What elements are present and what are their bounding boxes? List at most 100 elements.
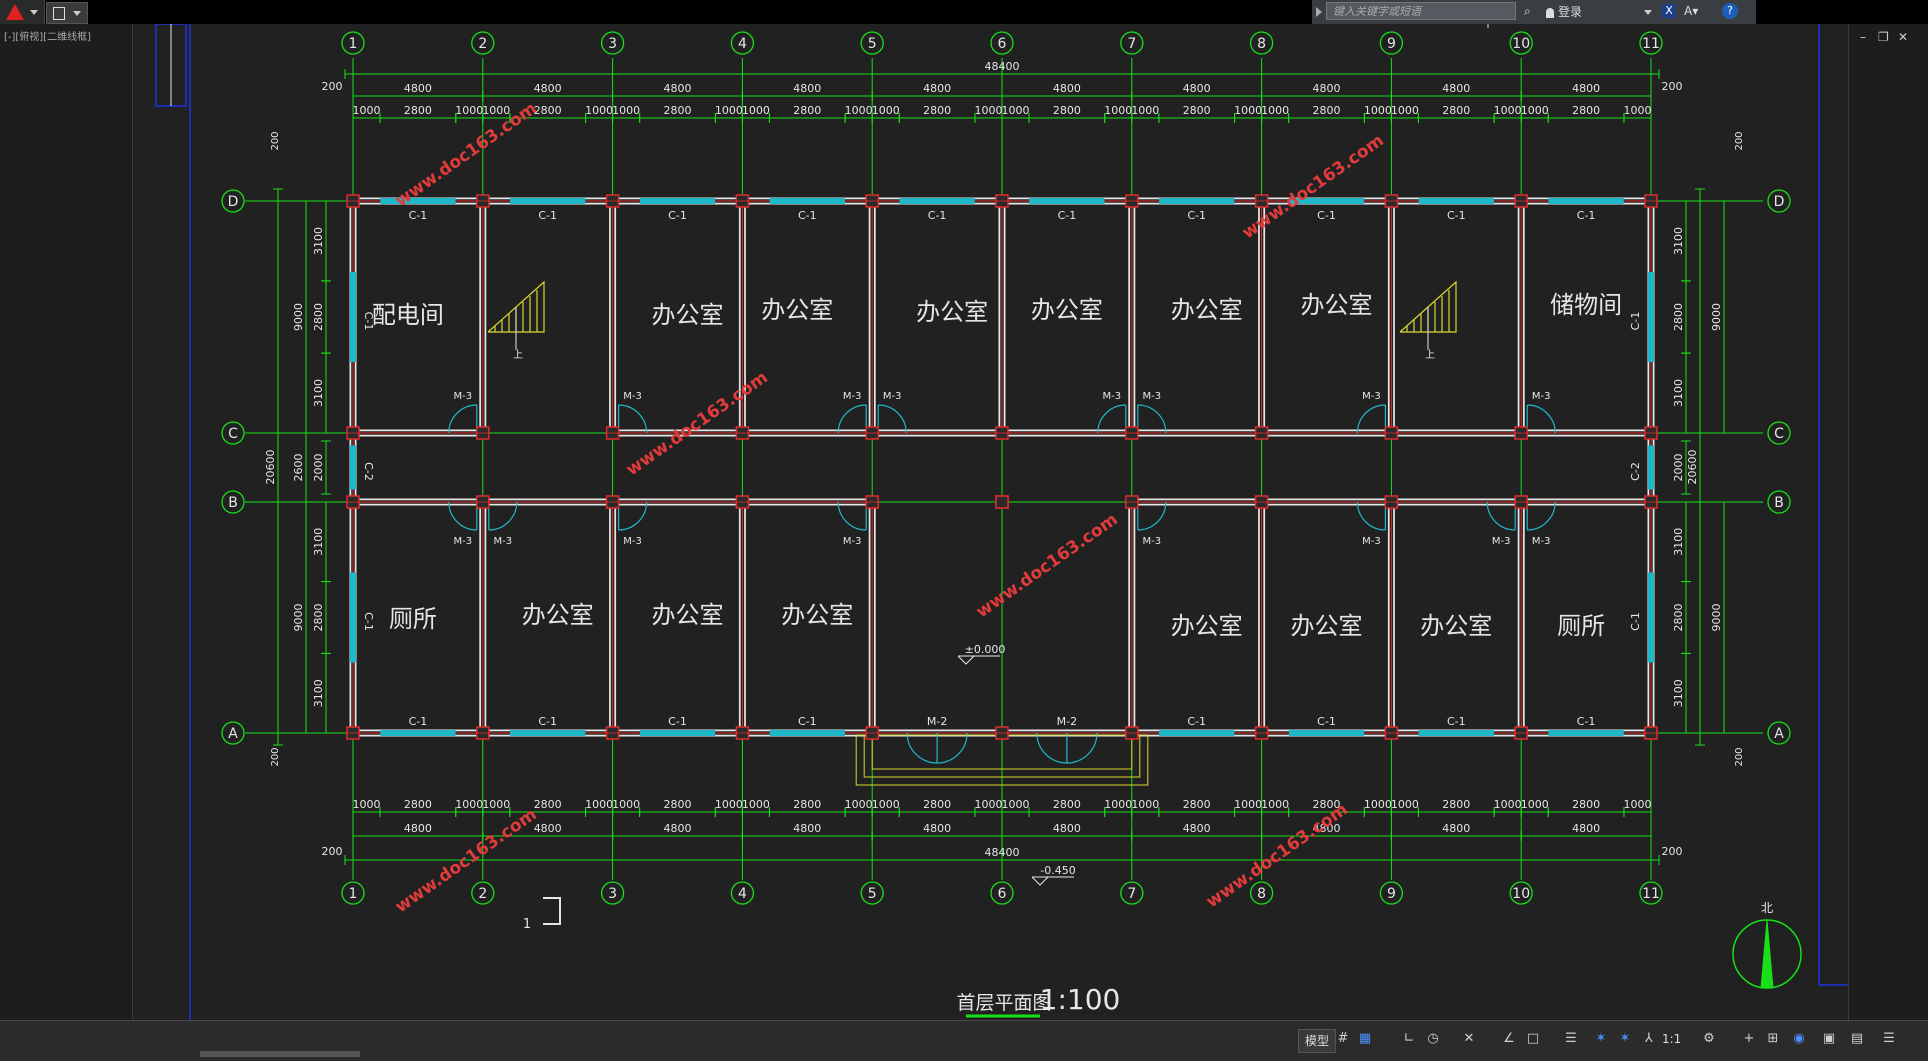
dimension-text: 2800 [793,798,821,811]
lineweight-icon[interactable]: ∠ [1500,1030,1518,1048]
door-south-2 [488,501,518,531]
window-label: C-1 [1577,209,1596,222]
dimension-text: 3100 [312,528,325,556]
expand-arrow-icon[interactable] [1316,7,1322,17]
dimension-text: 1000 [1521,798,1549,811]
window-label: C-1 [1629,312,1642,331]
dimension-text: 1000 [1391,798,1419,811]
dimension-text: 1000 [872,104,900,117]
door-south-9 [1486,501,1516,531]
restore-icon[interactable]: ❐ [1878,30,1889,44]
room-label-south: 厕所 [389,605,437,633]
dimension-text: 1000 [612,798,640,811]
dimension-text: 1000 [742,104,770,117]
isolate-icon[interactable]: ◉ [1790,1030,1808,1048]
north-label: 北 [1761,901,1773,915]
dimension-text: 48400 [985,60,1020,73]
annotation-visibility-icon[interactable]: ✶ [1592,1030,1610,1048]
window-label: C-1 [798,715,817,728]
drawing-canvas[interactable]: C-1 C-1 C-1 C-1 C-1 C-1 C-1 C-1 C-1 C-1 C-1 C-1 C-1 C… [133,24,1848,1020]
horizontal-scrollbar[interactable] [200,1051,360,1057]
dimension-text: 3100 [1672,227,1685,255]
dimension-text: 1000 [585,104,613,117]
chevron-down-icon [73,11,81,16]
window-label: C-1 [1317,715,1336,728]
dimension-text: 1000 [1261,104,1289,117]
autodesk-a360-icon[interactable]: A▾ [1684,3,1700,19]
dimension-text: 2800 [1672,303,1685,331]
door-label: M-3 [1102,391,1121,402]
dimension-text: 3100 [1672,679,1685,707]
door-south-8 [1356,501,1386,531]
room-label-north: 办公室 [1031,296,1103,324]
room-label-south: 厕所 [1557,612,1605,640]
exchange-icon[interactable]: X [1662,4,1676,18]
application-menu-button[interactable] [0,0,45,24]
snap-icon[interactable]: ▦ [1356,1030,1374,1048]
annotation-scale-icon[interactable]: ⅄ [1640,1030,1658,1048]
clean-screen-icon[interactable]: ▤ [1848,1030,1866,1048]
right-panel [1848,24,1928,1020]
dimension-text: 3100 [1672,379,1685,407]
dimension-text: 1000 [845,104,873,117]
viewport-controls[interactable]: [-][俯视][二维线框] [4,28,91,43]
annotation-scale[interactable]: 1:1 [1662,1030,1681,1048]
axis-bubble-top-label: 2 [478,36,487,52]
dimension-text: 3100 [312,379,325,407]
window-label: C-1 [1058,209,1077,222]
dimension-text: 1000 [612,104,640,117]
close-icon[interactable]: ✕ [1898,30,1908,44]
dimension-text: 3100 [312,227,325,255]
quick-access-button[interactable] [46,2,88,24]
room-label-north: 储物间 [1550,291,1622,319]
window-label: C-1 [1187,209,1206,222]
door-label: M-2 [1057,715,1077,728]
room-label-north: 办公室 [652,301,724,329]
section-mark [543,897,561,925]
add-icon[interactable]: + [1740,1030,1758,1048]
customization-icon[interactable]: ☰ [1880,1030,1898,1048]
polar-icon[interactable]: ◷ [1424,1030,1442,1048]
dimension-text: 4800 [793,82,821,95]
osnap-tracking-icon[interactable]: ✕ [1460,1030,1478,1048]
axis-bubble-bottom-label: 10 [1512,886,1530,902]
grid-icon[interactable]: # [1334,1030,1352,1048]
dimension-text: 2800 [1572,104,1600,117]
dimension-text: 9000 [292,303,305,331]
workspace-gear-icon[interactable]: ⚙ [1700,1030,1718,1048]
door-label: M-3 [453,391,472,402]
login-button[interactable]: 登录 [1546,3,1656,21]
ortho-icon[interactable]: ∟ [1400,1030,1418,1048]
auto-scale-icon[interactable]: ✶ [1616,1030,1634,1048]
hardware-acceleration-icon[interactable]: ▣ [1820,1030,1838,1048]
window-label: C-1 [409,209,428,222]
search-input[interactable]: 键入关键字或短语 [1326,2,1516,20]
door-south-10 [1526,501,1556,531]
units-icon[interactable]: ⊞ [1764,1030,1782,1048]
dimension-text: 9000 [1710,604,1723,632]
dimension-text: 4800 [1572,822,1600,835]
axis-bubble-top-label: 6 [998,36,1007,52]
window-label: C-1 [1447,209,1466,222]
dimension-text: 2000 [1672,454,1685,482]
room-label-north: 办公室 [1301,291,1373,319]
help-icon[interactable]: ? [1722,3,1738,19]
door-label: M-3 [843,391,862,402]
infocenter-bar: 键入关键字或短语 ⌕ 登录 X A▾ ? [1312,0,1756,25]
selection-cycling-icon[interactable]: ☰ [1562,1030,1580,1048]
dimension-text: 4800 [534,82,562,95]
minimize-icon[interactable]: – [1860,30,1866,44]
dimension-text: 1000 [353,104,381,117]
dimension-text: 2800 [923,104,951,117]
transparency-icon[interactable]: □ [1524,1030,1542,1048]
axis-bubble-bottom-label: 1 [349,886,358,902]
binoculars-icon[interactable]: ⌕ [1524,4,1538,18]
dimension-text: 1000 [1623,798,1651,811]
axis-bubble-right-label: A [1774,726,1784,742]
dimension-text: 2800 [1053,798,1081,811]
axis-bubble-top-label: 7 [1127,36,1136,52]
dimension-text: 4800 [1183,82,1211,95]
model-space-button[interactable]: 模型 [1298,1029,1337,1053]
dimension-text: 2800 [312,604,325,632]
window-label: C-1 [798,209,817,222]
